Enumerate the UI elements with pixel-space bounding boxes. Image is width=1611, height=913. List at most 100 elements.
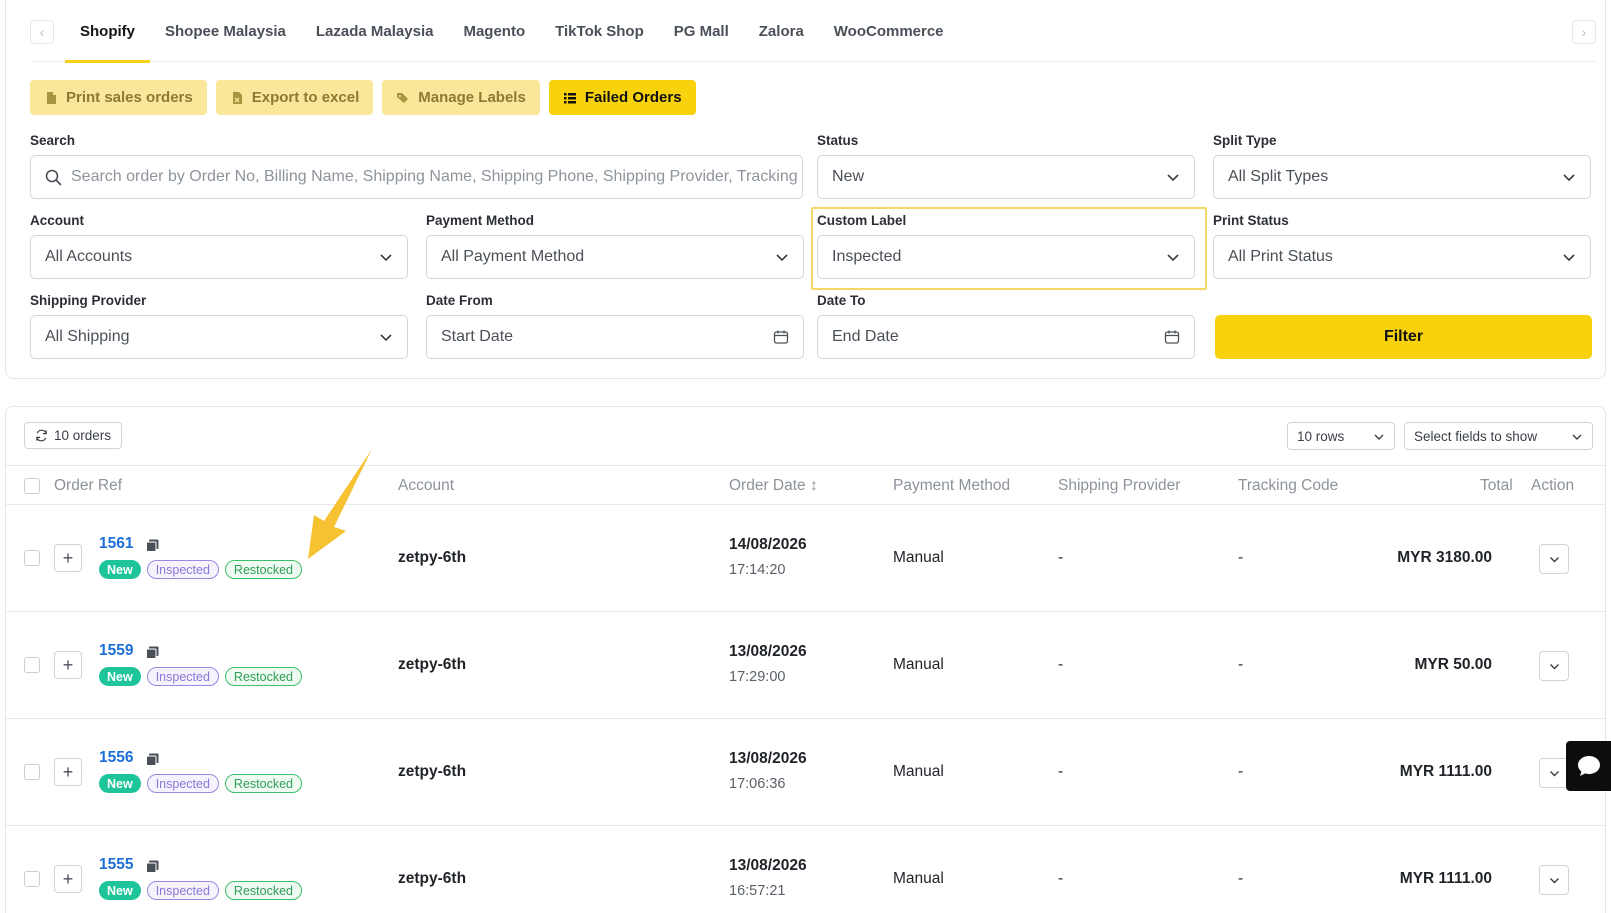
excel-file-icon	[232, 91, 242, 104]
account-label: Account	[30, 213, 84, 228]
status-select[interactable]: New	[817, 155, 1195, 199]
table-header: Order Ref Account Order Date ↕ Payment M…	[6, 465, 1605, 505]
copy-icon[interactable]	[146, 539, 159, 552]
status-label: Status	[817, 133, 859, 148]
chevron-down-icon	[380, 254, 392, 262]
chat-button[interactable]	[1566, 741, 1611, 791]
row-checkbox[interactable]	[24, 657, 40, 673]
split-type-label: Split Type	[1213, 133, 1277, 148]
search-placeholder: Search order by Order No, Billing Name, …	[71, 168, 798, 185]
order-number-link[interactable]: 1561	[99, 535, 133, 553]
print-sales-orders-button[interactable]: Print sales orders	[30, 80, 207, 115]
orders-count: 10 orders	[54, 428, 112, 443]
row-action-button[interactable]	[1539, 544, 1569, 574]
print-sales-orders-label: Print sales orders	[66, 89, 193, 106]
account-select[interactable]: All Accounts	[30, 235, 408, 279]
custom-label-select[interactable]: Inspected	[817, 235, 1195, 279]
order-number-link[interactable]: 1559	[99, 642, 133, 660]
orders-panel: 10 orders 10 rows Select fields to show …	[5, 406, 1606, 913]
split-type-select[interactable]: All Split Types	[1213, 155, 1591, 199]
date-to-input[interactable]: End Date	[817, 315, 1195, 359]
col-account: Account	[398, 477, 455, 494]
failed-orders-button[interactable]: Failed Orders	[548, 80, 696, 115]
copy-icon[interactable]	[146, 753, 159, 766]
date-to-label: Date To	[817, 293, 866, 308]
total-cell: MYR 1111.00	[1399, 870, 1492, 887]
order-date-cell: 13/08/2026	[729, 750, 807, 767]
date-from-placeholder: Start Date	[441, 328, 514, 345]
refresh-icon	[36, 429, 47, 442]
tags-icon	[397, 92, 409, 103]
tab-shopee-malaysia[interactable]: Shopee Malaysia	[150, 0, 301, 62]
row-checkbox[interactable]	[24, 871, 40, 887]
copy-icon[interactable]	[146, 860, 159, 873]
table-row: + 1561 New Inspected Restocked zetpy-6th…	[6, 505, 1605, 612]
order-date-cell: 13/08/2026	[729, 643, 807, 660]
date-from-label: Date From	[426, 293, 493, 308]
row-action-button[interactable]	[1539, 865, 1569, 895]
badge-restocked: Restocked	[224, 560, 302, 579]
chevron-down-icon	[1374, 434, 1384, 440]
tabs-scroll-left-button[interactable]: ‹	[30, 20, 54, 44]
shipping-provider-label: Shipping Provider	[30, 293, 147, 308]
payment-method-label: Payment Method	[426, 213, 535, 228]
chat-bubble-icon	[1577, 756, 1600, 776]
fields-to-show-select[interactable]: Select fields to show	[1404, 422, 1593, 450]
tab-zalora[interactable]: Zalora	[744, 0, 819, 62]
action-toolbar: Print sales orders Export to excel Manag…	[30, 80, 696, 115]
status-value: New	[832, 168, 865, 185]
order-date-cell: 14/08/2026	[729, 536, 807, 553]
tab-woocommerce[interactable]: WooCommerce	[819, 0, 959, 62]
expand-row-button[interactable]: +	[54, 651, 82, 679]
date-from-input[interactable]: Start Date	[426, 315, 804, 359]
account-cell: zetpy-6th	[398, 549, 467, 566]
badge-inspected: Inspected	[146, 881, 219, 900]
tab-magento[interactable]: Magento	[448, 0, 540, 62]
badge-restocked: Restocked	[224, 881, 302, 900]
manage-labels-label: Manage Labels	[418, 89, 526, 106]
calendar-icon[interactable]	[773, 329, 789, 345]
col-order-date[interactable]: Order Date ↕	[729, 477, 818, 495]
calendar-icon[interactable]	[1164, 329, 1180, 345]
expand-row-button[interactable]: +	[54, 758, 82, 786]
row-checkbox[interactable]	[24, 764, 40, 780]
row-action-button[interactable]	[1539, 651, 1569, 681]
row-action-button[interactable]	[1539, 758, 1569, 788]
expand-row-button[interactable]: +	[54, 865, 82, 893]
export-to-excel-button[interactable]: Export to excel	[215, 80, 374, 115]
order-time-cell: 17:29:00	[729, 669, 786, 685]
search-label: Search	[30, 133, 76, 148]
failed-orders-label: Failed Orders	[584, 89, 682, 106]
copy-icon[interactable]	[146, 646, 159, 659]
refresh-orders-button[interactable]: 10 orders	[24, 422, 123, 449]
search-icon	[45, 169, 62, 186]
tabs-scroll-right-button[interactable]: ›	[1572, 20, 1596, 44]
account-cell: zetpy-6th	[398, 870, 467, 887]
col-shipping-provider: Shipping Provider	[1058, 477, 1181, 494]
export-to-excel-label: Export to excel	[251, 89, 360, 106]
search-input[interactable]: Search order by Order No, Billing Name, …	[30, 155, 803, 199]
filter-button[interactable]: Filter	[1215, 315, 1592, 359]
rows-per-page-select[interactable]: 10 rows	[1287, 422, 1395, 450]
tab-shopify[interactable]: Shopify	[65, 0, 150, 63]
manage-labels-button[interactable]: Manage Labels	[382, 80, 540, 115]
tab-pg-mall[interactable]: PG Mall	[659, 0, 744, 62]
order-number-link[interactable]: 1556	[99, 749, 133, 767]
shipping-provider-select[interactable]: All Shipping	[30, 315, 408, 359]
tab-tiktok-shop[interactable]: TikTok Shop	[540, 0, 659, 62]
payment-method-select[interactable]: All Payment Method	[426, 235, 804, 279]
tab-lazada-malaysia[interactable]: Lazada Malaysia	[301, 0, 449, 62]
list-icon	[563, 92, 576, 103]
chevron-down-icon	[1563, 254, 1575, 262]
payment-cell: Manual	[893, 763, 944, 780]
expand-row-button[interactable]: +	[54, 544, 82, 572]
print-status-select[interactable]: All Print Status	[1213, 235, 1591, 279]
date-to-placeholder: End Date	[832, 328, 899, 345]
chevron-down-icon	[380, 334, 392, 342]
table-row: + 1559 New Inspected Restocked zetpy-6th…	[6, 612, 1605, 719]
shipping-cell: -	[1058, 870, 1064, 887]
row-checkbox[interactable]	[24, 550, 40, 566]
order-badges: New Inspected Restocked	[99, 560, 302, 579]
select-all-checkbox[interactable]	[24, 478, 40, 494]
order-number-link[interactable]: 1555	[99, 856, 133, 874]
